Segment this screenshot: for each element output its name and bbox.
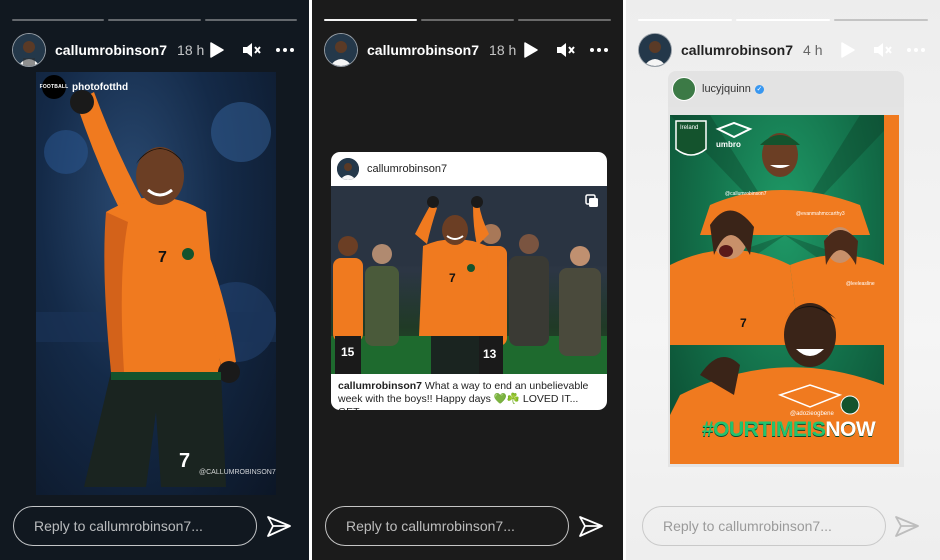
shared-post-card[interactable]: callumrobinson7 15 13 7 callumrobinson7 … bbox=[331, 152, 607, 410]
story-header: callumrobinson7 18 h bbox=[324, 33, 609, 67]
story-progress-bar bbox=[324, 19, 611, 21]
story-progress-bar bbox=[12, 19, 297, 21]
shared-post-caption: callumrobinson7 What a way to end an unb… bbox=[338, 380, 601, 410]
reshare-credit[interactable]: FOOTBALL photofotthd bbox=[40, 75, 128, 99]
avatar[interactable] bbox=[638, 33, 672, 67]
story-panel-2[interactable]: callumrobinson7 18 h callumrobinson7 15 … bbox=[312, 0, 623, 560]
send-icon[interactable] bbox=[894, 514, 920, 540]
progress-segment bbox=[421, 19, 514, 21]
send-icon[interactable] bbox=[266, 514, 292, 540]
reply-input[interactable]: Reply to callumrobinson7... bbox=[642, 506, 886, 546]
avatar[interactable] bbox=[324, 33, 358, 67]
poster-number: 7 bbox=[740, 316, 747, 330]
player-number: 7 bbox=[449, 271, 456, 285]
progress-segment bbox=[638, 19, 732, 21]
progress-segment bbox=[12, 19, 105, 21]
reshare-username[interactable]: lucyjquinn bbox=[702, 83, 751, 95]
poster-tag: @callumrobinson7 bbox=[725, 191, 767, 197]
reply-input[interactable]: Reply to callumrobinson7... bbox=[325, 506, 569, 546]
story-panel-3[interactable]: callumrobinson7 4 h lucyjquinn ✓ Ireland… bbox=[626, 0, 940, 560]
play-icon[interactable] bbox=[521, 40, 541, 60]
play-icon[interactable] bbox=[207, 40, 227, 60]
poster-tag: @adozieogbene bbox=[790, 411, 834, 417]
more-options-icon[interactable] bbox=[906, 40, 926, 60]
verified-badge-icon: ✓ bbox=[754, 84, 764, 94]
progress-segment bbox=[204, 19, 297, 21]
shirt-number: 7 bbox=[158, 249, 167, 266]
player-number: 15 bbox=[341, 345, 355, 359]
photo-watermark: @CALLUMROBINSON7 bbox=[199, 469, 276, 476]
story-progress-bar bbox=[638, 19, 928, 21]
timestamp: 18 h bbox=[489, 42, 517, 58]
player-number: 13 bbox=[483, 347, 497, 361]
username[interactable]: callumrobinson7 bbox=[681, 42, 793, 58]
poster-tag: @leeleasline bbox=[846, 281, 875, 287]
shared-post-header: callumrobinson7 bbox=[331, 152, 607, 186]
progress-segment bbox=[736, 19, 830, 21]
player-photo-illustration: 7 7 bbox=[36, 90, 276, 487]
credit-avatar: FOOTBALL bbox=[40, 75, 68, 99]
reshare-avatar bbox=[672, 77, 696, 101]
timestamp: 18 h bbox=[177, 42, 205, 58]
reply-input[interactable]: Reply to callumrobinson7... bbox=[13, 506, 257, 546]
ireland-badge-text: Ireland bbox=[680, 125, 698, 131]
send-icon[interactable] bbox=[578, 514, 604, 540]
avatar[interactable] bbox=[12, 33, 46, 67]
progress-segment bbox=[108, 19, 201, 21]
story-panel-1[interactable]: 7 7 FOOTBALL photofotthd @CALLUMROBINSON… bbox=[0, 0, 309, 560]
story-header: callumrobinson7 4 h bbox=[638, 33, 926, 67]
more-options-icon[interactable] bbox=[275, 40, 295, 60]
progress-segment bbox=[518, 19, 611, 21]
story-header: callumrobinson7 18 h bbox=[12, 33, 295, 67]
username[interactable]: callumrobinson7 bbox=[55, 42, 167, 58]
mute-icon[interactable] bbox=[555, 40, 575, 60]
reshared-poster: Ireland umbro @callumrobinson7 @evanmahm… bbox=[668, 107, 904, 467]
mute-icon[interactable] bbox=[241, 40, 261, 60]
shared-post-username: callumrobinson7 bbox=[367, 163, 448, 175]
poster-illustration: Ireland umbro @callumrobinson7 @evanmahm… bbox=[670, 115, 899, 464]
progress-segment bbox=[834, 19, 928, 21]
timestamp: 4 h bbox=[803, 42, 823, 58]
shorts-number: 7 bbox=[179, 450, 190, 472]
carousel-icon bbox=[585, 194, 598, 207]
more-options-icon[interactable] bbox=[589, 40, 609, 60]
reshare-header[interactable]: lucyjquinn ✓ bbox=[668, 71, 904, 107]
story-photo: 7 7 bbox=[36, 72, 276, 495]
hashtag-white: NOW bbox=[825, 418, 876, 441]
play-icon[interactable] bbox=[838, 40, 858, 60]
progress-segment bbox=[324, 19, 417, 21]
poster-hashtag: #OURTIMEISNOW bbox=[702, 418, 876, 442]
umbro-text: umbro bbox=[716, 140, 741, 149]
mute-icon[interactable] bbox=[872, 40, 892, 60]
caption-username: callumrobinson7 bbox=[338, 380, 423, 392]
shared-post-avatar bbox=[337, 158, 359, 180]
credit-username[interactable]: photofotthd bbox=[72, 82, 128, 93]
shared-post-image: 15 13 7 bbox=[331, 186, 607, 374]
hashtag-green: #OURTIMEIS bbox=[702, 418, 826, 441]
username[interactable]: callumrobinson7 bbox=[367, 42, 479, 58]
poster-tag: @evanmahmccarthy3 bbox=[796, 211, 845, 217]
